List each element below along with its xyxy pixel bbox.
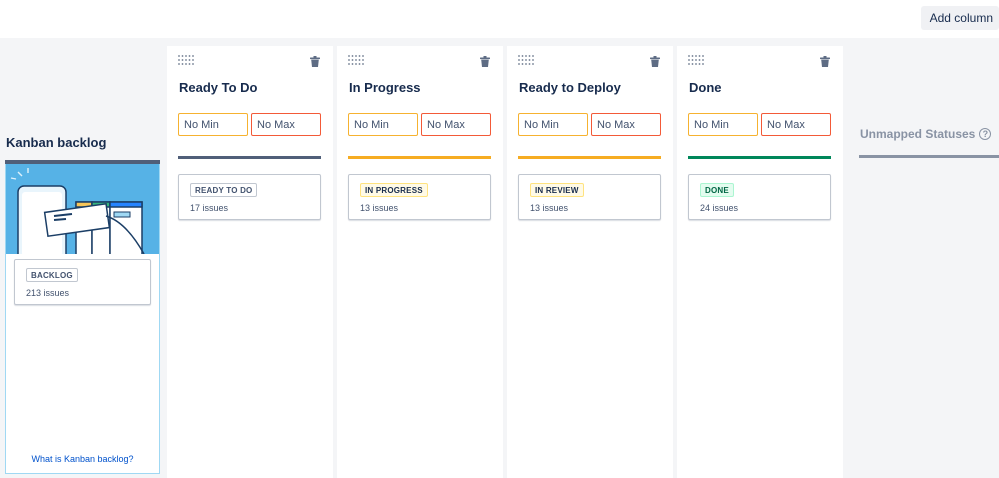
drag-handle-icon[interactable] — [688, 55, 704, 65]
max-limit-input[interactable] — [251, 113, 321, 136]
top-bar: Add column — [0, 0, 999, 38]
backlog-illustration — [6, 164, 159, 254]
status-lozenge: DONE — [700, 183, 734, 197]
unmapped-statuses-label: Unmapped Statuses — [860, 127, 976, 141]
issue-count: 213 issues — [26, 288, 70, 298]
column-status-bar — [178, 156, 321, 159]
trash-icon[interactable] — [820, 56, 830, 67]
backlog-title: Kanban backlog — [6, 135, 107, 150]
drag-handle-icon[interactable] — [178, 55, 194, 65]
status-lozenge: READY TO DO — [190, 183, 258, 197]
status-lozenge: IN REVIEW — [530, 183, 584, 197]
issue-count: 24 issues — [700, 203, 739, 213]
unmapped-statuses-title: Unmapped Statuses? — [860, 127, 992, 141]
status-card[interactable]: DONE 24 issues — [688, 174, 831, 220]
issue-count: 13 issues — [360, 203, 399, 213]
board-column: Ready to Deploy IN REVIEW 13 issues — [507, 46, 673, 478]
min-limit-input[interactable] — [518, 113, 588, 136]
kanban-backlog-help-link[interactable]: What is Kanban backlog? — [6, 454, 159, 464]
trash-icon[interactable] — [650, 56, 660, 67]
max-limit-input[interactable] — [591, 113, 661, 136]
max-limit-input[interactable] — [761, 113, 831, 136]
trash-icon[interactable] — [480, 56, 490, 67]
column-title[interactable]: Done — [689, 80, 722, 95]
add-column-button[interactable]: Add column — [920, 6, 999, 30]
column-status-bar — [688, 156, 831, 159]
column-title[interactable]: Ready to Deploy — [519, 80, 621, 95]
status-card[interactable]: READY TO DO 17 issues — [178, 174, 321, 220]
backlog-status-card[interactable]: BACKLOG 213 issues — [14, 259, 151, 305]
trash-icon[interactable] — [310, 56, 320, 67]
column-status-bar — [518, 156, 661, 159]
board-column: Done DONE 24 issues — [677, 46, 843, 478]
question-circle-icon[interactable]: ? — [979, 128, 992, 140]
board-column: Ready To Do READY TO DO 17 issues — [167, 46, 333, 478]
status-card[interactable]: IN PROGRESS 13 issues — [348, 174, 491, 220]
min-limit-input[interactable] — [178, 113, 248, 136]
unmapped-status-bar — [859, 155, 999, 158]
min-limit-input[interactable] — [688, 113, 758, 136]
column-title[interactable]: Ready To Do — [179, 80, 258, 95]
backlog-panel: BACKLOG 213 issues What is Kanban backlo… — [5, 164, 160, 474]
board: Kanban backlog BACKLOG 213 issues What i… — [0, 38, 999, 478]
issue-count: 17 issues — [190, 203, 229, 213]
drag-handle-icon[interactable] — [518, 55, 534, 65]
column-status-bar — [348, 156, 491, 159]
issue-count: 13 issues — [530, 203, 569, 213]
board-column: In Progress IN PROGRESS 13 issues — [337, 46, 503, 478]
column-title[interactable]: In Progress — [349, 80, 421, 95]
max-limit-input[interactable] — [421, 113, 491, 136]
status-card[interactable]: IN REVIEW 13 issues — [518, 174, 661, 220]
min-limit-input[interactable] — [348, 113, 418, 136]
status-lozenge: IN PROGRESS — [360, 183, 428, 197]
status-lozenge: BACKLOG — [26, 268, 78, 282]
drag-handle-icon[interactable] — [348, 55, 364, 65]
